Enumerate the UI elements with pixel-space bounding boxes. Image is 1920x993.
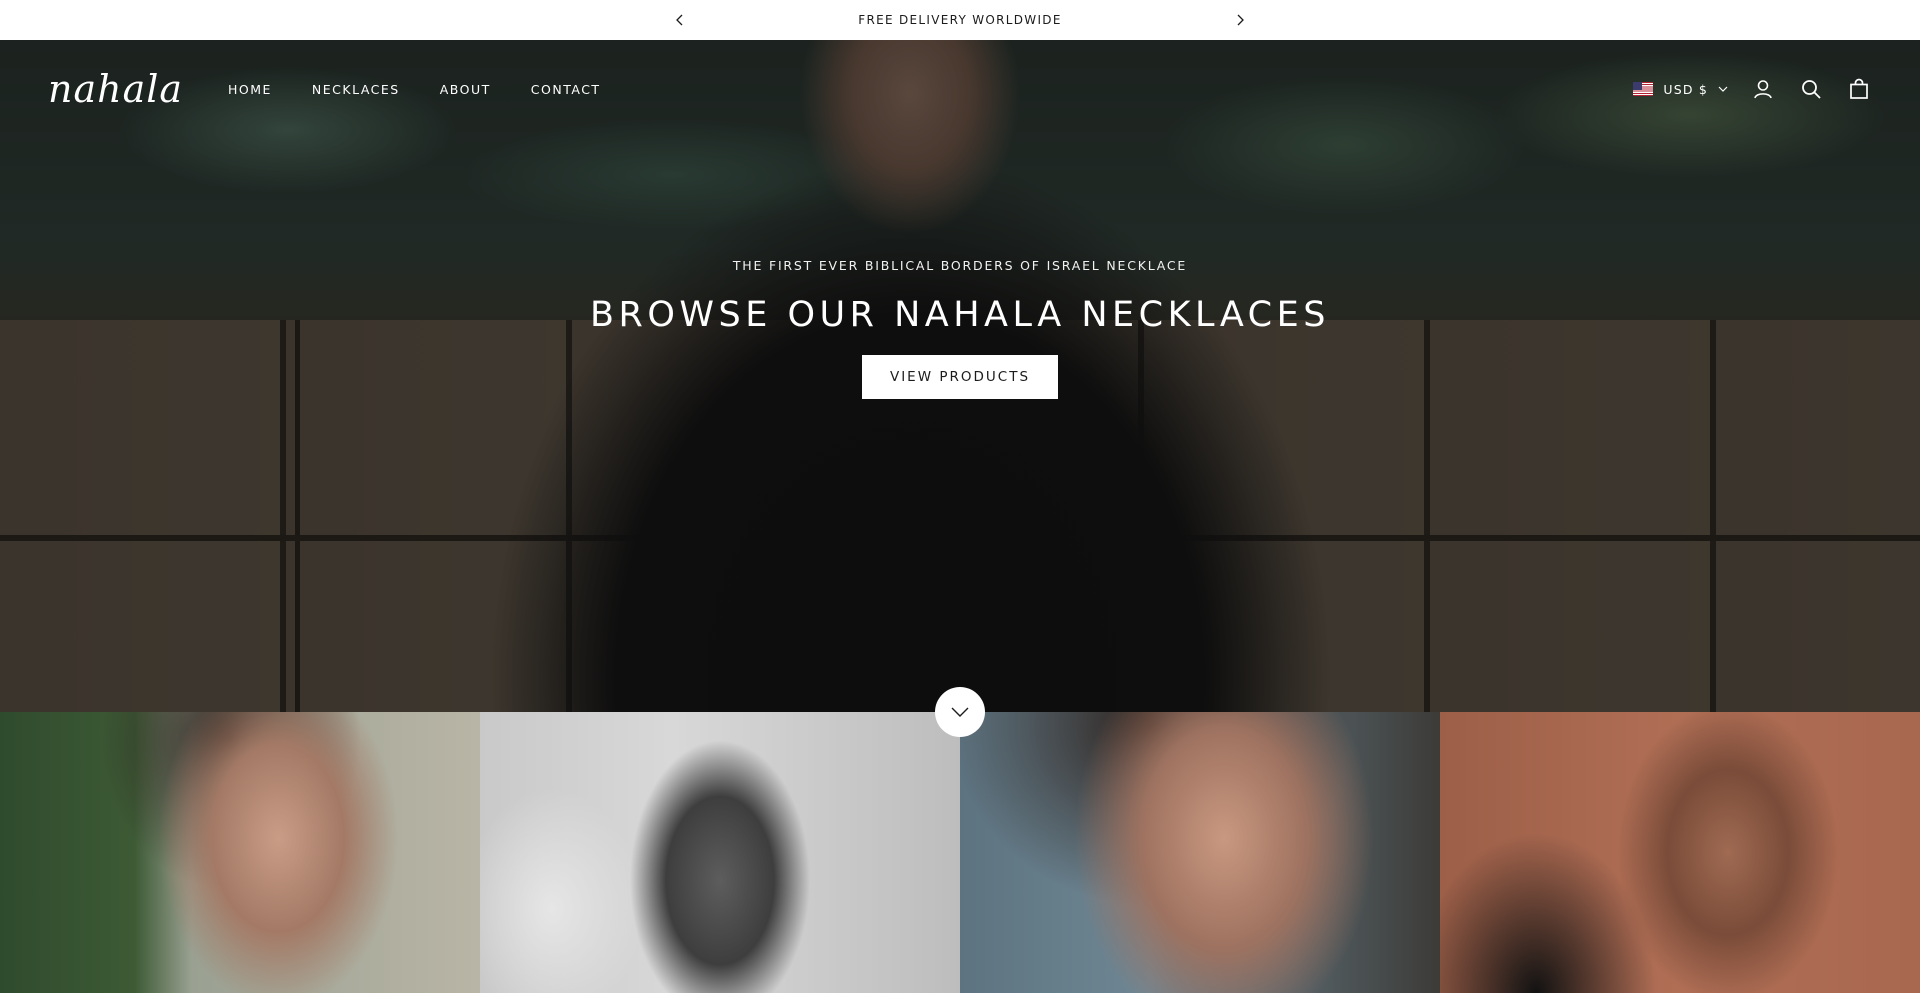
nav-contact[interactable]: CONTACT	[531, 82, 601, 97]
image-gallery	[0, 712, 1920, 993]
hero-title: BROWSE OUR NAHALA NECKLACES	[590, 295, 1330, 335]
header-actions: USD $	[1633, 76, 1872, 102]
gallery-image[interactable]	[960, 712, 1440, 993]
hero-subheading: THE FIRST EVER BIBLICAL BORDERS OF ISRAE…	[732, 258, 1188, 273]
site-header: nahala HOME NECKLACES ABOUT CONTACT USD …	[0, 40, 1920, 138]
main-nav: HOME NECKLACES ABOUT CONTACT	[228, 82, 601, 97]
chevron-down-icon	[951, 707, 969, 717]
announcement-next-button[interactable]	[1230, 10, 1250, 30]
chevron-right-icon	[1237, 14, 1244, 26]
account-button[interactable]	[1750, 76, 1776, 102]
search-icon	[1802, 80, 1821, 99]
announcement-bar: FREE DELIVERY WORLDWIDE	[0, 0, 1920, 40]
currency-label: USD $	[1663, 81, 1708, 97]
nav-about[interactable]: ABOUT	[440, 82, 491, 97]
cart-icon	[1850, 78, 1868, 99]
us-flag-icon	[1633, 82, 1654, 96]
search-button[interactable]	[1798, 76, 1824, 102]
currency-selector[interactable]: USD $	[1633, 82, 1728, 97]
gallery-image[interactable]	[1440, 712, 1920, 993]
scroll-down-button[interactable]	[935, 687, 985, 737]
account-icon	[1754, 80, 1772, 99]
cart-button[interactable]	[1846, 76, 1872, 102]
announcement-text: FREE DELIVERY WORLDWIDE	[858, 13, 1062, 27]
announcement-prev-button[interactable]	[670, 10, 690, 30]
nav-necklaces[interactable]: NECKLACES	[312, 82, 400, 97]
chevron-left-icon	[676, 14, 683, 26]
chevron-down-icon	[1718, 86, 1728, 92]
gallery-image[interactable]	[480, 712, 960, 993]
logo[interactable]: nahala	[48, 67, 188, 111]
hero-content: THE FIRST EVER BIBLICAL BORDERS OF ISRAE…	[0, 258, 1920, 399]
gallery-image[interactable]	[0, 712, 480, 993]
nav-home[interactable]: HOME	[228, 82, 272, 97]
view-products-button[interactable]: VIEW PRODUCTS	[862, 355, 1058, 399]
